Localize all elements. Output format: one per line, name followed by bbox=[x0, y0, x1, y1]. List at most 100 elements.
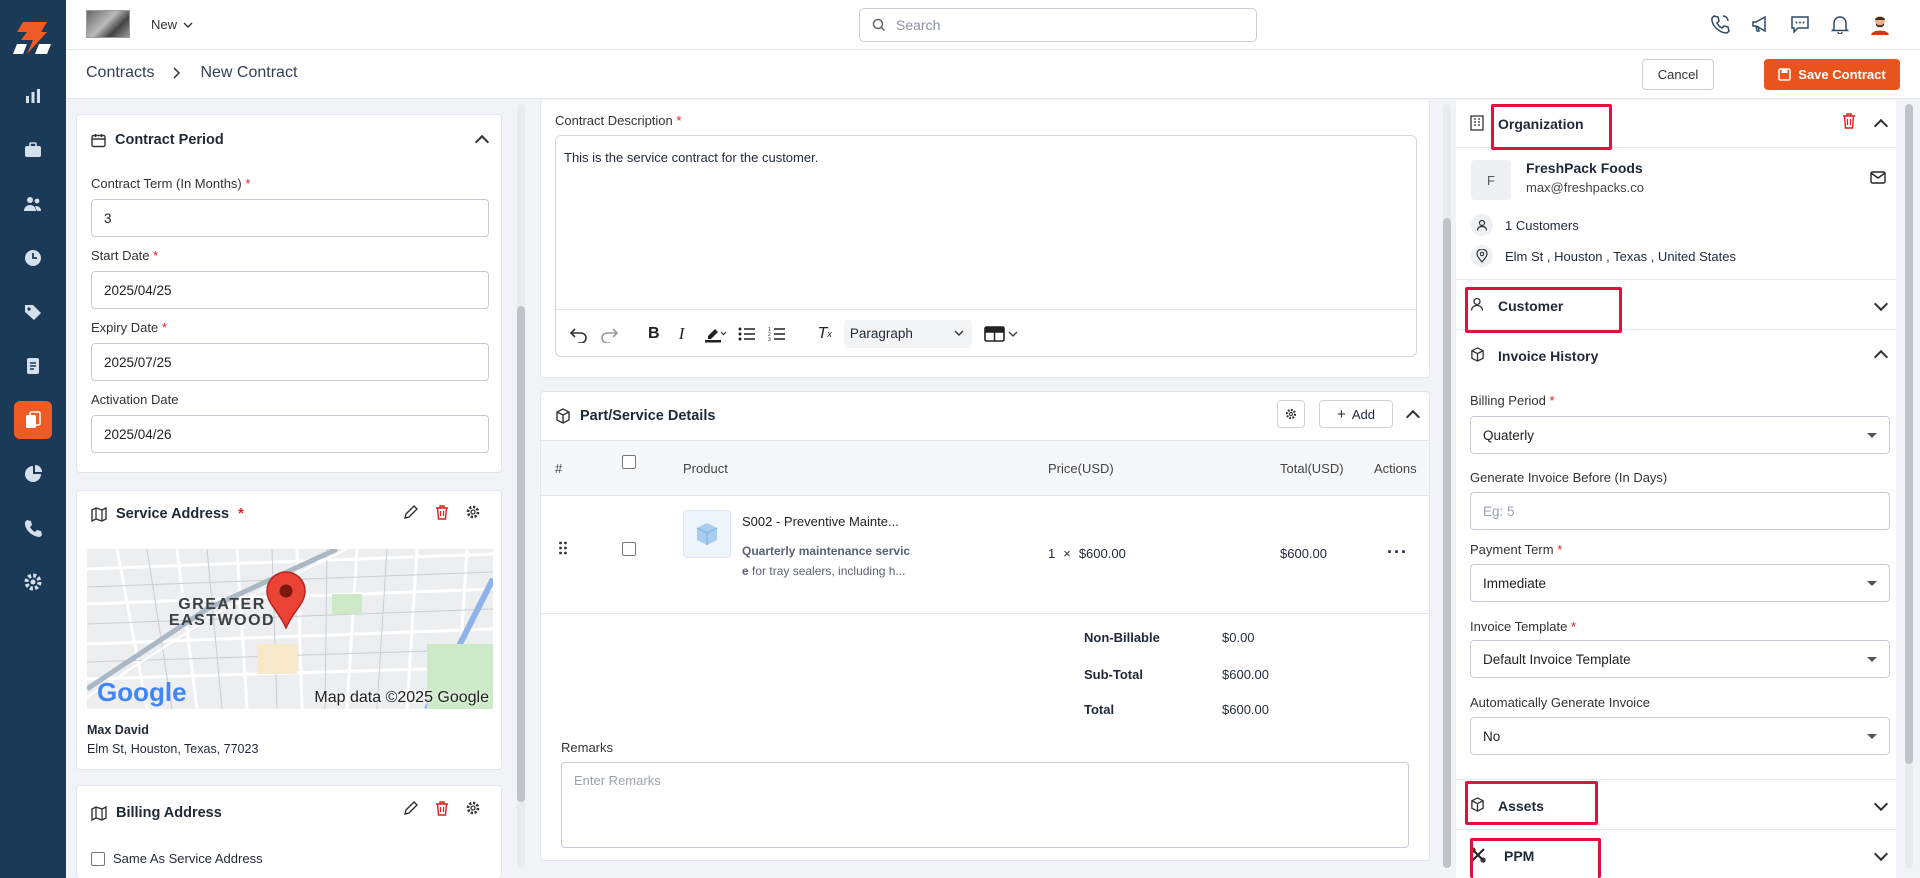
numbered-list-icon[interactable]: 123 bbox=[768, 326, 786, 342]
chat-icon[interactable] bbox=[1788, 12, 1812, 36]
description-card: Contract Description * This is the servi… bbox=[540, 100, 1430, 378]
edit-icon[interactable] bbox=[403, 505, 418, 520]
bold-icon[interactable]: B bbox=[648, 325, 660, 343]
redo-icon[interactable] bbox=[600, 325, 618, 343]
expand-icon[interactable] bbox=[1873, 846, 1889, 862]
contract-term-input[interactable]: 3 bbox=[91, 199, 489, 237]
checkbox-box[interactable] bbox=[91, 851, 105, 866]
sidebar-reports-icon[interactable] bbox=[14, 455, 52, 493]
service-address-map[interactable]: GREATER EASTWOOD Google Map data ©2025 G… bbox=[87, 549, 493, 709]
sidebar-jobs-icon[interactable] bbox=[14, 131, 52, 169]
description-editor[interactable]: This is the service contract for the cus… bbox=[555, 135, 1417, 357]
new-menu-button[interactable]: New bbox=[151, 17, 193, 32]
description-text[interactable]: This is the service contract for the cus… bbox=[564, 150, 818, 165]
top-bar: New Search bbox=[66, 0, 1920, 50]
invoice-history-form: Billing Period * Quaterly Generate Invoi… bbox=[1456, 380, 1896, 780]
product-desc-bold2: e bbox=[742, 564, 749, 578]
phone-call-icon[interactable] bbox=[1708, 12, 1732, 36]
drag-handle-icon[interactable] bbox=[559, 541, 567, 555]
expiry-date-input[interactable]: 2025/07/25 bbox=[91, 343, 489, 381]
service-address-card: Service Address * GREATER EASTWOOD Googl… bbox=[76, 490, 502, 770]
chevron-right-icon bbox=[172, 67, 182, 79]
sidebar-contracts-icon[interactable] bbox=[14, 401, 52, 439]
auto-generate-select[interactable]: No bbox=[1470, 717, 1890, 755]
delete-icon[interactable] bbox=[435, 801, 449, 816]
search-input[interactable]: Search bbox=[859, 8, 1257, 42]
edit-icon[interactable] bbox=[403, 801, 418, 816]
svg-text:3: 3 bbox=[768, 337, 771, 342]
search-icon bbox=[872, 18, 886, 32]
company-thumbnail[interactable] bbox=[86, 10, 130, 38]
expiry-date-label-text: Expiry Date bbox=[91, 320, 159, 335]
sidebar-customers-icon[interactable] bbox=[14, 185, 52, 223]
collapse-icon[interactable] bbox=[1405, 409, 1421, 425]
org-name[interactable]: FreshPack Foods bbox=[1526, 160, 1643, 176]
clear-format-icon[interactable]: Tx bbox=[818, 325, 832, 343]
billing-period-select[interactable]: Quaterly bbox=[1470, 416, 1890, 454]
bell-icon[interactable] bbox=[1828, 12, 1852, 36]
cancel-button[interactable]: Cancel bbox=[1642, 59, 1714, 90]
settings-icon[interactable] bbox=[465, 800, 481, 816]
bullet-list-icon[interactable] bbox=[738, 326, 756, 342]
breadcrumb-contracts[interactable]: Contracts bbox=[86, 64, 154, 82]
description-label: Contract Description * bbox=[555, 113, 681, 128]
sidebar-phone-icon[interactable] bbox=[14, 509, 52, 547]
service-address-header: Service Address * bbox=[91, 506, 244, 522]
invoice-template-select[interactable]: Default Invoice Template bbox=[1470, 640, 1890, 678]
add-part-label: Add bbox=[1351, 406, 1375, 422]
app-logo[interactable] bbox=[13, 18, 53, 58]
part-service-card: Part/Service Details + Add # Product Pri… bbox=[540, 391, 1430, 861]
remarks-textarea[interactable]: Enter Remarks bbox=[561, 762, 1409, 848]
collapse-icon[interactable] bbox=[474, 134, 490, 150]
paragraph-format-select[interactable]: Paragraph bbox=[843, 319, 972, 348]
google-logo: Google bbox=[97, 677, 187, 707]
sidebar-documents-icon[interactable] bbox=[14, 347, 52, 385]
start-date-label-text: Start Date bbox=[91, 248, 150, 263]
required-marker: * bbox=[1557, 542, 1563, 557]
sidebar-timesheet-icon[interactable] bbox=[14, 239, 52, 277]
sidebar-tags-icon[interactable] bbox=[14, 293, 52, 331]
middle-scrollbar-thumb[interactable] bbox=[1443, 218, 1451, 868]
expand-icon[interactable] bbox=[1873, 296, 1889, 312]
product-name[interactable]: S002 - Preventive Mainte... bbox=[742, 514, 899, 529]
mail-icon[interactable] bbox=[1870, 171, 1886, 184]
invoice-history-section-header[interactable]: Invoice History bbox=[1456, 330, 1896, 380]
same-as-service-checkbox[interactable]: Same As Service Address bbox=[91, 851, 263, 866]
collapse-icon[interactable] bbox=[1873, 118, 1889, 134]
italic-icon[interactable]: I bbox=[672, 324, 692, 344]
expand-icon[interactable] bbox=[1873, 796, 1889, 812]
sidebar-settings-icon[interactable] bbox=[14, 563, 52, 601]
megaphone-icon[interactable] bbox=[1748, 12, 1772, 36]
right-scrollbar-thumb[interactable] bbox=[1905, 104, 1913, 764]
times-sign: × bbox=[1063, 546, 1071, 561]
delete-icon[interactable] bbox=[435, 505, 449, 520]
qty-value[interactable]: 1 bbox=[1048, 546, 1055, 561]
col-product: Product bbox=[683, 461, 728, 476]
left-scrollbar-thumb[interactable] bbox=[517, 306, 525, 802]
start-date-input[interactable]: 2025/04/25 bbox=[91, 271, 489, 309]
price-value[interactable]: $600.00 bbox=[1079, 546, 1126, 561]
generate-before-input[interactable]: Eg: 5 bbox=[1470, 492, 1890, 530]
user-avatar[interactable] bbox=[1868, 12, 1892, 36]
sidebar-dashboard-icon[interactable] bbox=[14, 77, 52, 115]
required-marker: * bbox=[153, 248, 159, 263]
delete-icon[interactable] bbox=[1842, 113, 1856, 129]
table-icon[interactable] bbox=[984, 325, 1018, 342]
add-part-button[interactable]: + Add bbox=[1319, 400, 1393, 428]
payment-term-select[interactable]: Immediate bbox=[1470, 564, 1890, 602]
select-all-checkbox[interactable] bbox=[622, 455, 636, 469]
column-settings-button[interactable] bbox=[1277, 400, 1305, 428]
highlight-icon[interactable] bbox=[704, 325, 726, 343]
part-service-header: Part/Service Details bbox=[555, 408, 715, 424]
undo-icon[interactable] bbox=[570, 325, 588, 343]
save-contract-button[interactable]: Save Contract bbox=[1764, 59, 1900, 90]
sidebar bbox=[0, 0, 66, 878]
row-actions-menu-icon[interactable]: ··· bbox=[1387, 542, 1408, 563]
settings-icon[interactable] bbox=[465, 504, 481, 520]
row-checkbox[interactable] bbox=[622, 542, 636, 556]
price-cell: 1 × $600.00 bbox=[1048, 546, 1126, 561]
save-icon bbox=[1778, 68, 1792, 81]
activation-date-input[interactable]: 2025/04/26 bbox=[91, 415, 489, 453]
highlight-assets bbox=[1465, 781, 1598, 825]
collapse-icon[interactable] bbox=[1873, 349, 1889, 365]
